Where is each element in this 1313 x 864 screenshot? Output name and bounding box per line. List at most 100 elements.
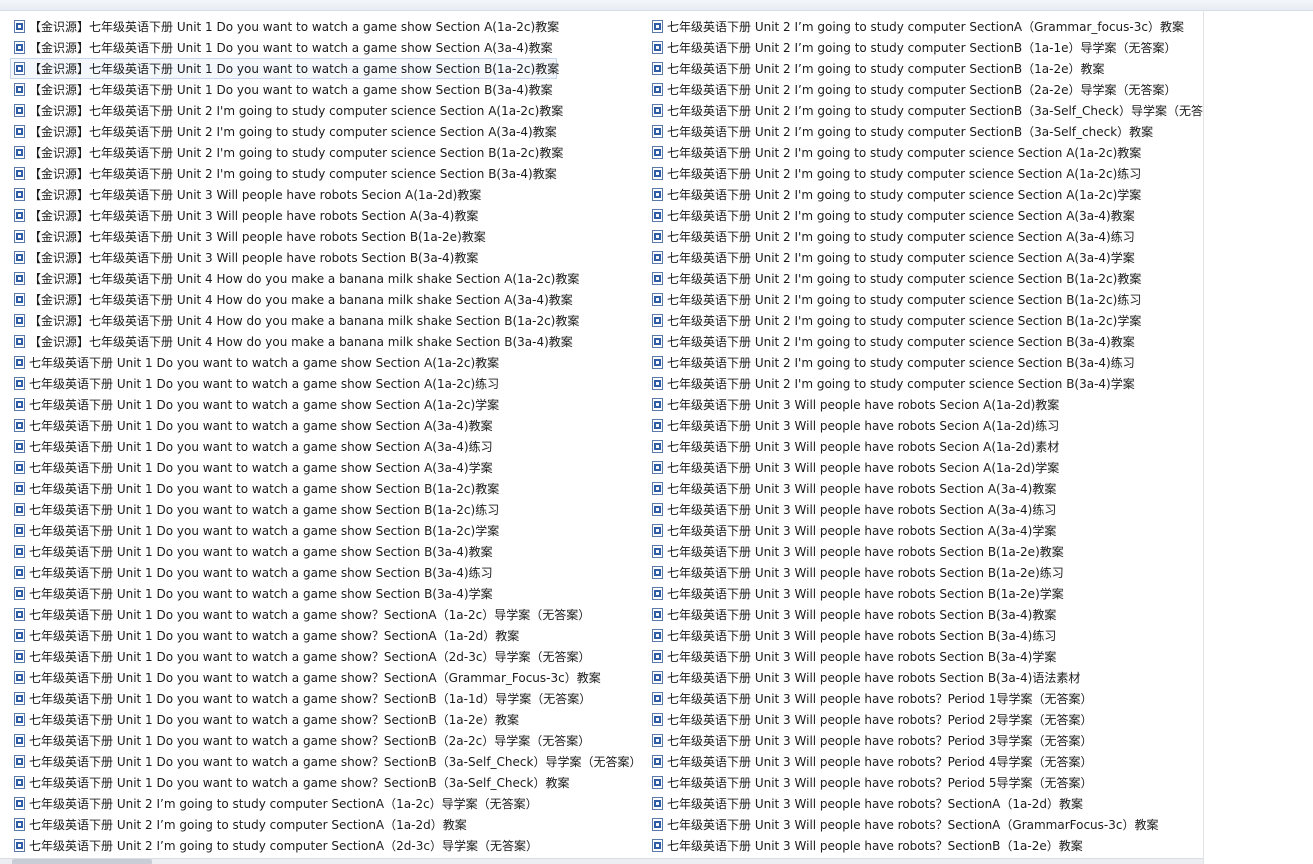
file-item[interactable]: 七年级英语下册 Unit 3 Will people have robots S… (648, 415, 1203, 436)
file-item[interactable]: 七年级英语下册 Unit 2 I'm going to study comput… (648, 247, 1203, 268)
file-item[interactable]: 七年级英语下册 Unit 3 Will people have robots S… (648, 457, 1203, 478)
file-name-label: 【金识源】七年级英语下册 Unit 2 I'm going to study c… (29, 125, 557, 139)
file-name-label: 七年级英语下册 Unit 3 Will people have robots？P… (667, 713, 1093, 727)
word-document-icon (14, 20, 25, 33)
file-item[interactable]: 七年级英语下册 Unit 2 I'm going to study comput… (648, 310, 1203, 331)
file-item[interactable]: 七年级英语下册 Unit 1 Do you want to watch a ga… (10, 646, 648, 667)
file-item[interactable]: 七年级英语下册 Unit 1 Do you want to watch a ga… (10, 751, 648, 772)
file-name-label: 七年级英语下册 Unit 2 I'm going to study comput… (667, 377, 1135, 391)
file-name-label: 【金识源】七年级英语下册 Unit 1 Do you want to watch… (29, 62, 560, 76)
file-name-label: 七年级英语下册 Unit 1 Do you want to watch a ga… (29, 587, 493, 601)
file-item[interactable]: 七年级英语下册 Unit 2 I'm going to study comput… (648, 163, 1203, 184)
file-item[interactable]: 【金识源】七年级英语下册 Unit 4 How do you make a ba… (10, 289, 648, 310)
file-item[interactable]: 七年级英语下册 Unit 2 I'm going to study comput… (648, 205, 1203, 226)
file-item[interactable]: 【金识源】七年级英语下册 Unit 3 Will people have rob… (10, 205, 648, 226)
file-item[interactable]: 【金识源】七年级英语下册 Unit 4 How do you make a ba… (10, 310, 648, 331)
file-item[interactable]: 【金识源】七年级英语下册 Unit 4 How do you make a ba… (10, 268, 648, 289)
file-item[interactable]: 七年级英语下册 Unit 1 Do you want to watch a ga… (10, 772, 648, 793)
word-document-icon (14, 671, 25, 684)
file-item[interactable]: 【金识源】七年级英语下册 Unit 3 Will people have rob… (10, 226, 648, 247)
file-item[interactable]: 七年级英语下册 Unit 2 I'm going to study comput… (648, 226, 1203, 247)
file-name-label: 【金识源】七年级英语下册 Unit 1 Do you want to watch… (29, 20, 560, 34)
file-name-label: 七年级英语下册 Unit 2 I’m going to study comput… (667, 104, 1203, 118)
file-item[interactable]: 【金识源】七年级英语下册 Unit 1 Do you want to watch… (10, 79, 648, 100)
file-item[interactable]: 七年级英语下册 Unit 3 Will people have robots？P… (648, 730, 1203, 751)
file-item[interactable]: 七年级英语下册 Unit 2 I’m going to study comput… (648, 58, 1203, 79)
file-item[interactable]: 【金识源】七年级英语下册 Unit 3 Will people have rob… (10, 184, 648, 205)
file-item[interactable]: 七年级英语下册 Unit 2 I’m going to study comput… (648, 79, 1203, 100)
file-item[interactable]: 七年级英语下册 Unit 3 Will people have robots S… (648, 667, 1203, 688)
file-item[interactable]: 【金识源】七年级英语下册 Unit 1 Do you want to watch… (10, 58, 560, 79)
file-item[interactable]: 七年级英语下册 Unit 3 Will people have robots S… (648, 604, 1203, 625)
word-document-icon (14, 440, 25, 453)
file-item[interactable]: 七年级英语下册 Unit 2 I’m going to study comput… (648, 37, 1203, 58)
word-document-icon (652, 167, 663, 180)
file-item[interactable]: 七年级英语下册 Unit 1 Do you want to watch a ga… (10, 457, 648, 478)
file-item[interactable]: 【金识源】七年级英语下册 Unit 4 How do you make a ba… (10, 331, 648, 352)
file-item[interactable]: 七年级英语下册 Unit 3 Will people have robots S… (648, 499, 1203, 520)
file-item[interactable]: 七年级英语下册 Unit 3 Will people have robots？S… (648, 793, 1203, 814)
file-item[interactable]: 七年级英语下册 Unit 3 Will people have robots S… (648, 478, 1203, 499)
file-item[interactable]: 七年级英语下册 Unit 3 Will people have robots？P… (648, 772, 1203, 793)
scrollbar-thumb[interactable] (12, 859, 152, 864)
file-item[interactable]: 【金识源】七年级英语下册 Unit 2 I'm going to study c… (10, 163, 648, 184)
file-item[interactable]: 七年级英语下册 Unit 1 Do you want to watch a ga… (10, 709, 648, 730)
file-item[interactable]: 七年级英语下册 Unit 2 I'm going to study comput… (648, 289, 1203, 310)
file-item[interactable]: 七年级英语下册 Unit 3 Will people have robots？P… (648, 751, 1203, 772)
word-document-icon (652, 818, 663, 831)
file-item[interactable]: 七年级英语下册 Unit 3 Will people have robots S… (648, 394, 1203, 415)
file-item[interactable]: 七年级英语下册 Unit 3 Will people have robots S… (648, 436, 1203, 457)
file-item[interactable]: 七年级英语下册 Unit 2 I'm going to study comput… (648, 352, 1203, 373)
file-item[interactable]: 七年级英语下册 Unit 3 Will people have robots S… (648, 541, 1203, 562)
word-document-icon (652, 482, 663, 495)
file-item[interactable]: 七年级英语下册 Unit 3 Will people have robots？P… (648, 688, 1203, 709)
file-item[interactable]: 七年级英语下册 Unit 3 Will people have robots S… (648, 583, 1203, 604)
file-item[interactable]: 【金识源】七年级英语下册 Unit 3 Will people have rob… (10, 247, 648, 268)
file-item[interactable]: 七年级英语下册 Unit 3 Will people have robots？P… (648, 709, 1203, 730)
file-item[interactable]: 七年级英语下册 Unit 1 Do you want to watch a ga… (10, 688, 648, 709)
file-item[interactable]: 七年级英语下册 Unit 1 Do you want to watch a ga… (10, 541, 648, 562)
file-item[interactable]: 七年级英语下册 Unit 2 I’m going to study comput… (10, 814, 648, 835)
file-item[interactable]: 【金识源】七年级英语下册 Unit 2 I'm going to study c… (10, 100, 648, 121)
file-item[interactable]: 七年级英语下册 Unit 2 I'm going to study comput… (648, 373, 1203, 394)
file-item[interactable]: 七年级英语下册 Unit 1 Do you want to watch a ga… (10, 436, 648, 457)
file-item[interactable]: 七年级英语下册 Unit 3 Will people have robots S… (648, 625, 1203, 646)
file-name-label: 七年级英语下册 Unit 3 Will people have robots S… (667, 503, 1057, 517)
file-item[interactable]: 七年级英语下册 Unit 1 Do you want to watch a ga… (10, 478, 648, 499)
file-item[interactable]: 七年级英语下册 Unit 2 I'm going to study comput… (648, 142, 1203, 163)
file-item[interactable]: 七年级英语下册 Unit 1 Do you want to watch a ga… (10, 667, 648, 688)
file-item[interactable]: 七年级英语下册 Unit 2 I'm going to study comput… (648, 331, 1203, 352)
file-item[interactable]: 七年级英语下册 Unit 3 Will people have robots？S… (648, 835, 1203, 856)
file-item[interactable]: 七年级英语下册 Unit 2 I’m going to study comput… (10, 793, 648, 814)
file-item[interactable]: 七年级英语下册 Unit 1 Do you want to watch a ga… (10, 604, 648, 625)
file-item[interactable]: 七年级英语下册 Unit 3 Will people have robots？S… (648, 814, 1203, 835)
file-item[interactable]: 七年级英语下册 Unit 3 Will people have robots S… (648, 520, 1203, 541)
file-item[interactable]: 【金识源】七年级英语下册 Unit 2 I'm going to study c… (10, 142, 648, 163)
file-list-view[interactable]: 【金识源】七年级英语下册 Unit 1 Do you want to watch… (0, 16, 1203, 864)
file-item[interactable]: 七年级英语下册 Unit 2 I’m going to study comput… (648, 121, 1203, 142)
file-name-label: 七年级英语下册 Unit 3 Will people have robots S… (667, 650, 1057, 664)
file-item[interactable]: 七年级英语下册 Unit 1 Do you want to watch a ga… (10, 730, 648, 751)
file-item[interactable]: 七年级英语下册 Unit 3 Will people have robots S… (648, 646, 1203, 667)
file-item[interactable]: 七年级英语下册 Unit 1 Do you want to watch a ga… (10, 352, 648, 373)
file-item[interactable]: 【金识源】七年级英语下册 Unit 1 Do you want to watch… (10, 16, 648, 37)
file-item[interactable]: 七年级英语下册 Unit 1 Do you want to watch a ga… (10, 415, 648, 436)
file-item[interactable]: 七年级英语下册 Unit 1 Do you want to watch a ga… (10, 499, 648, 520)
file-item[interactable]: 七年级英语下册 Unit 1 Do you want to watch a ga… (10, 520, 648, 541)
file-item[interactable]: 七年级英语下册 Unit 3 Will people have robots S… (648, 562, 1203, 583)
file-item[interactable]: 七年级英语下册 Unit 2 I'm going to study comput… (648, 184, 1203, 205)
file-item[interactable]: 【金识源】七年级英语下册 Unit 2 I'm going to study c… (10, 121, 648, 142)
horizontal-scrollbar[interactable] (0, 858, 1203, 864)
file-item[interactable]: 七年级英语下册 Unit 1 Do you want to watch a ga… (10, 625, 648, 646)
file-item[interactable]: 七年级英语下册 Unit 2 I'm going to study comput… (648, 268, 1203, 289)
file-item[interactable]: 七年级英语下册 Unit 1 Do you want to watch a ga… (10, 583, 648, 604)
file-item[interactable]: 七年级英语下册 Unit 1 Do you want to watch a ga… (10, 562, 648, 583)
file-name-label: 七年级英语下册 Unit 1 Do you want to watch a ga… (29, 671, 601, 685)
file-name-label: 七年级英语下册 Unit 2 I’m going to study comput… (667, 125, 1154, 139)
file-item[interactable]: 七年级英语下册 Unit 2 I’m going to study comput… (10, 835, 648, 856)
file-item[interactable]: 七年级英语下册 Unit 1 Do you want to watch a ga… (10, 394, 648, 415)
file-item[interactable]: 七年级英语下册 Unit 2 I’m going to study comput… (648, 100, 1203, 121)
file-item[interactable]: 七年级英语下册 Unit 1 Do you want to watch a ga… (10, 373, 648, 394)
file-item[interactable]: 【金识源】七年级英语下册 Unit 1 Do you want to watch… (10, 37, 648, 58)
file-item[interactable]: 七年级英语下册 Unit 2 I’m going to study comput… (648, 16, 1203, 37)
